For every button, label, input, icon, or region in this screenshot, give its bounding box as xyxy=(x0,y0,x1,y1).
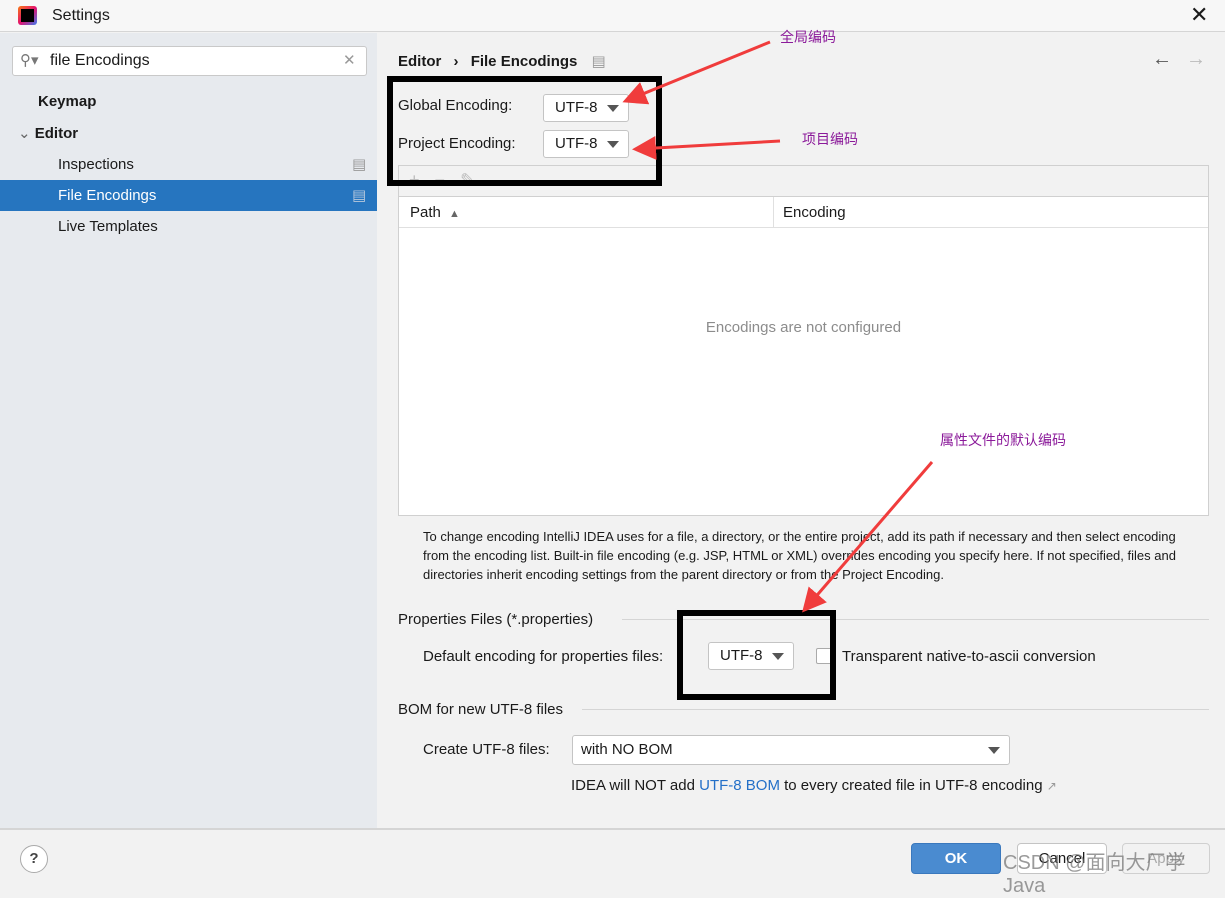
arrow-project xyxy=(632,136,781,160)
arrow-properties xyxy=(802,461,934,613)
annotation-arrows xyxy=(622,40,934,613)
arrow-global xyxy=(622,40,771,105)
